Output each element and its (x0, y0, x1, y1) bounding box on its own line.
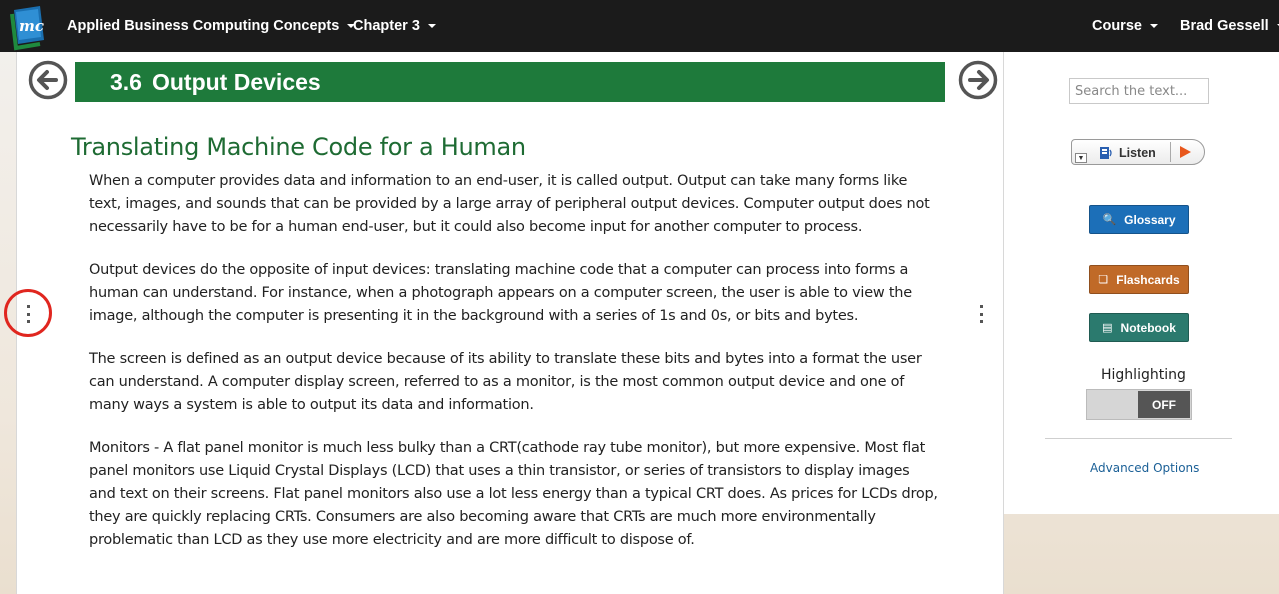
highlighting-toggle[interactable]: OFF (1086, 389, 1192, 420)
listen-button[interactable]: ▼ Listen (1071, 139, 1205, 165)
notebook-icon: ▤ (1102, 322, 1113, 334)
page-heading: Translating Machine Code for a Human (71, 133, 526, 161)
play-icon[interactable] (1180, 146, 1191, 158)
flashcards-button[interactable]: ❏ Flashcards (1089, 265, 1189, 294)
notebook-label: Notebook (1120, 320, 1176, 335)
user-name-label: Brad Gessell (1180, 18, 1269, 34)
app-logo-icon[interactable]: mc (10, 4, 48, 52)
chevron-down-icon[interactable]: ▼ (1075, 153, 1087, 163)
chevron-down-icon (427, 24, 436, 28)
paragraph: When a computer provides data and inform… (89, 173, 930, 235)
section-title: Output Devices (151, 68, 321, 95)
section-number: 3.6 (110, 68, 142, 95)
kebab-menu-icon[interactable] (25, 305, 31, 323)
paragraph: Output devices do the opposite of input … (89, 262, 912, 324)
top-navbar: mc Applied Business Computing Concepts C… (0, 0, 1279, 52)
chapter-menu[interactable]: Chapter 3 (353, 0, 436, 52)
search-icon: 🔍 (1102, 214, 1117, 226)
flashcards-icon: ❏ (1098, 274, 1109, 286)
advanced-options-link[interactable]: Advanced Options (1090, 461, 1199, 475)
section-title-banner: 3.6 Output Devices (75, 62, 945, 102)
speaker-icon (1099, 146, 1113, 163)
paragraph: The screen is defined as an output devic… (89, 351, 922, 413)
flashcards-label: Flashcards (1116, 272, 1180, 287)
arrow-left-circle-icon (28, 60, 68, 100)
svg-text:mc: mc (19, 17, 44, 35)
article-body: When a computer provides data and inform… (89, 170, 939, 572)
kebab-menu-icon[interactable] (978, 305, 984, 323)
course-label: Course (1092, 18, 1142, 34)
paragraph: Monitors - A flat panel monitor is much … (89, 440, 938, 548)
toggle-state: OFF (1138, 391, 1190, 418)
glossary-label: Glossary (1124, 212, 1176, 227)
arrow-right-circle-icon (958, 60, 998, 100)
book-title-menu[interactable]: Applied Business Computing Concepts (67, 0, 356, 52)
search-input[interactable] (1069, 78, 1209, 104)
user-menu[interactable]: Brad Gessell (1180, 0, 1279, 52)
next-section-button[interactable] (958, 60, 998, 100)
notebook-button[interactable]: ▤ Notebook (1089, 313, 1189, 342)
highlighting-label: Highlighting (1101, 367, 1186, 383)
previous-section-button[interactable] (28, 60, 68, 100)
chevron-down-icon (1149, 24, 1158, 28)
divider (1045, 438, 1232, 439)
glossary-button[interactable]: 🔍 Glossary (1089, 205, 1189, 234)
chapter-label: Chapter 3 (353, 18, 420, 34)
book-title-label: Applied Business Computing Concepts (67, 18, 340, 34)
listen-label: Listen (1119, 146, 1156, 160)
course-menu[interactable]: Course (1092, 0, 1158, 52)
